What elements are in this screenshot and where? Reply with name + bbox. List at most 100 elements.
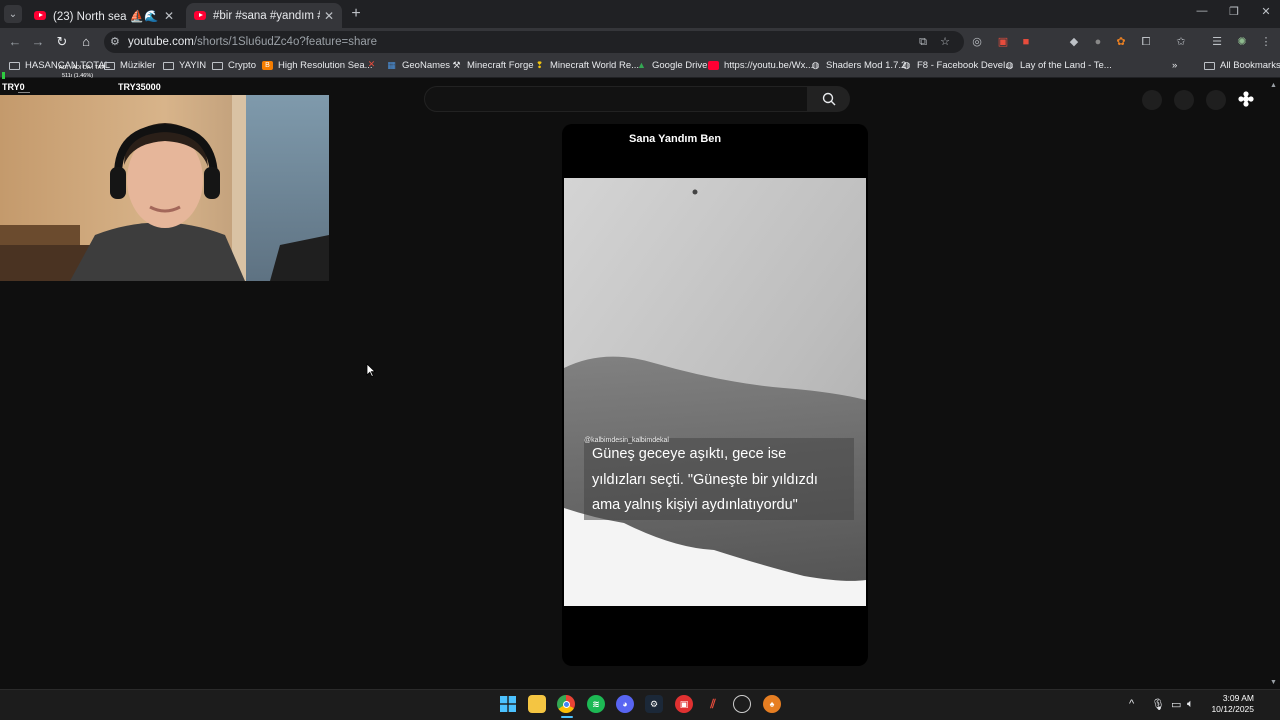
blogger-icon: B xyxy=(262,61,273,70)
new-tab-button[interactable]: + xyxy=(346,4,366,24)
scroll-down-arrow-icon[interactable]: ▼ xyxy=(1270,679,1277,686)
short-title[interactable]: Sana Yandım Ben xyxy=(629,133,721,145)
fl-studio-icon[interactable]: ♠ xyxy=(763,695,781,713)
overlay-tiny-line2: 511ı (1.46%) xyxy=(62,73,94,79)
steam-icon[interactable]: ⚙ xyxy=(645,695,663,713)
reading-list-icon[interactable]: ☰ xyxy=(1210,35,1224,49)
tab-title: #bir #sana #yandım #ben #vid xyxy=(213,9,320,22)
minimize-icon[interactable]: — xyxy=(1192,5,1212,17)
tab-title: (23) North sea ⛵️🌊 #music # xyxy=(53,10,160,23)
bookmark-minecraft-world[interactable]: ❢ Minecraft World Re... xyxy=(534,60,639,71)
discord-icon[interactable]: ◕ xyxy=(616,695,634,713)
extension-gear-icon[interactable]: ✿ xyxy=(1114,35,1128,49)
tab-search-button[interactable]: ⌄ xyxy=(4,5,22,23)
caption-line-3: ama yalnış kişiyi aydınlatıyordu" xyxy=(592,497,798,513)
geonames-icon: ▦ xyxy=(387,60,396,70)
avatar-flower-icon xyxy=(1238,91,1254,107)
menu-kebab-icon[interactable]: ⋮ xyxy=(1259,35,1273,49)
extension-badge-icon[interactable]: ▣ xyxy=(996,35,1010,49)
microphone-icon[interactable]: 🎙︎ xyxy=(1151,698,1165,711)
youtube-search-button[interactable] xyxy=(808,86,850,112)
youtube-favicon-icon xyxy=(194,11,206,20)
user-avatar-icon[interactable] xyxy=(1238,91,1254,107)
windows-start-icon[interactable] xyxy=(499,695,517,713)
bookmark-yayin[interactable]: YAYIN xyxy=(163,60,206,71)
globe-icon: ◍ xyxy=(902,60,911,70)
short-video-frame[interactable] xyxy=(564,178,866,606)
url-text[interactable]: youtube.com/shorts/1Slu6udZc4o?feature=s… xyxy=(128,36,377,48)
install-app-icon[interactable]: ⧉ xyxy=(916,35,930,49)
home-icon[interactable]: ⌂ xyxy=(77,33,95,51)
bookmark-high-resolution[interactable]: B High Resolution Sea... xyxy=(262,60,373,71)
notifications-button[interactable] xyxy=(1174,90,1194,110)
tray-overflow-icon[interactable]: ^ xyxy=(1129,698,1134,710)
forward-arrow-icon[interactable]: → xyxy=(29,33,47,51)
overlay-divider xyxy=(18,92,30,93)
video-content-image xyxy=(564,178,866,606)
forge-icon: ⚒ xyxy=(452,60,461,70)
bookmark-facebook-devel[interactable]: ◍ F8 - Facebook Devel... xyxy=(901,60,1014,71)
reload-icon[interactable]: ↻ xyxy=(53,33,71,51)
extension-dot-icon[interactable]: ● xyxy=(1091,35,1105,49)
scroll-up-arrow-icon[interactable]: ▲ xyxy=(1270,82,1277,89)
profile-avatar-icon[interactable]: ✺ xyxy=(1235,35,1249,49)
close-tab-icon[interactable]: ✕ xyxy=(164,9,174,23)
account-avatar-button[interactable] xyxy=(1206,90,1226,110)
file-explorer-icon[interactable] xyxy=(528,695,546,713)
mouse-cursor-icon xyxy=(366,363,376,382)
tab-north-sea[interactable]: (23) North sea ⛵️🌊 #music # ✕ xyxy=(26,3,182,28)
bookmark-youtube-link[interactable]: https://youtu.be/Wx... xyxy=(708,60,813,71)
url-domain: youtube.com xyxy=(128,36,194,48)
extensions-puzzle-icon[interactable]: ⧠ xyxy=(1139,35,1153,49)
winrar-icon[interactable]: ⫽ xyxy=(704,695,722,713)
drive-icon: ▲ xyxy=(637,60,646,70)
site-info-icon[interactable]: ⚙ xyxy=(110,35,120,48)
close-tab-icon[interactable]: ✕ xyxy=(324,9,334,23)
overlay-left-counter: TRY0 xyxy=(2,82,25,92)
system-clock[interactable]: 3:09 AM 10/12/2025 xyxy=(1206,693,1254,715)
video-caption: Güneş geceye aşıktı, gece ise yıldızları… xyxy=(592,442,854,519)
extension-diamond-icon[interactable]: ◆ xyxy=(1067,35,1081,49)
bookmark-geonames[interactable]: ▦ GeoNames xyxy=(386,60,450,71)
youtube-favicon-icon xyxy=(34,11,46,20)
bookmark-minecraft-forge[interactable]: ⚒ Minecraft Forge xyxy=(451,60,533,71)
bookmark-google-drive[interactable]: ▲ Google Drive xyxy=(636,60,707,71)
back-arrow-icon[interactable]: ← xyxy=(6,33,24,51)
overlay-right-counter: TRY35000 xyxy=(118,82,161,92)
overlay-green-bar xyxy=(2,72,5,79)
folder-icon xyxy=(9,61,20,70)
bookmarks-star-icon[interactable]: ✩ xyxy=(1174,35,1188,49)
bookmark-star-icon[interactable]: ☆ xyxy=(938,35,952,49)
chrome-active-indicator xyxy=(561,716,573,718)
globe-icon: ◍ xyxy=(1005,60,1014,70)
youtube-search-input[interactable] xyxy=(424,86,808,112)
webcam-feed xyxy=(0,95,329,281)
url-path: /shorts/1Slu6udZc4o?feature=share xyxy=(193,36,378,48)
network-icon[interactable]: ▭ xyxy=(1171,698,1181,711)
extension-red-icon[interactable]: ■ xyxy=(1019,35,1033,49)
search-icon xyxy=(822,92,836,106)
volume-icon[interactable]: 🔈︎ xyxy=(1187,698,1194,711)
create-button[interactable] xyxy=(1142,90,1162,110)
caption-line-2: yıldızları seçti. "Güneşte bir yıldızdı xyxy=(592,471,818,488)
close-window-icon[interactable]: ✕ xyxy=(1256,5,1276,18)
windows-taskbar xyxy=(0,689,1280,720)
spotify-icon[interactable]: ≋ xyxy=(587,695,605,713)
red-app-icon[interactable]: ▣ xyxy=(675,695,693,713)
restore-icon[interactable]: ❐ xyxy=(1224,5,1244,18)
bookmarks-overflow[interactable]: » xyxy=(1172,60,1177,71)
clock-time: 3:09 AM xyxy=(1222,693,1254,703)
folder-icon xyxy=(212,61,223,70)
chrome-icon[interactable] xyxy=(557,695,575,713)
extension-circle-icon[interactable]: ◎ xyxy=(970,35,984,49)
bookmark-lay-of-the-land[interactable]: ◍ Lay of the Land - Te... xyxy=(1004,60,1112,71)
bookmark-crypto[interactable]: Crypto xyxy=(212,60,256,71)
webcam-image xyxy=(0,95,329,281)
tab-current-short[interactable]: #bir #sana #yandım #ben #vid ✕ xyxy=(186,3,342,28)
bookmark-muzikler[interactable]: Müzikler xyxy=(104,60,155,71)
bookmark-shaders-mod[interactable]: ◍ Shaders Mod 1.7.2 xyxy=(810,60,907,71)
all-bookmarks[interactable]: All Bookmarks xyxy=(1204,60,1280,71)
clock-date: 10/12/2025 xyxy=(1211,704,1254,714)
obs-icon[interactable] xyxy=(733,695,751,713)
bookmark-x[interactable]: ✕ xyxy=(366,60,382,69)
